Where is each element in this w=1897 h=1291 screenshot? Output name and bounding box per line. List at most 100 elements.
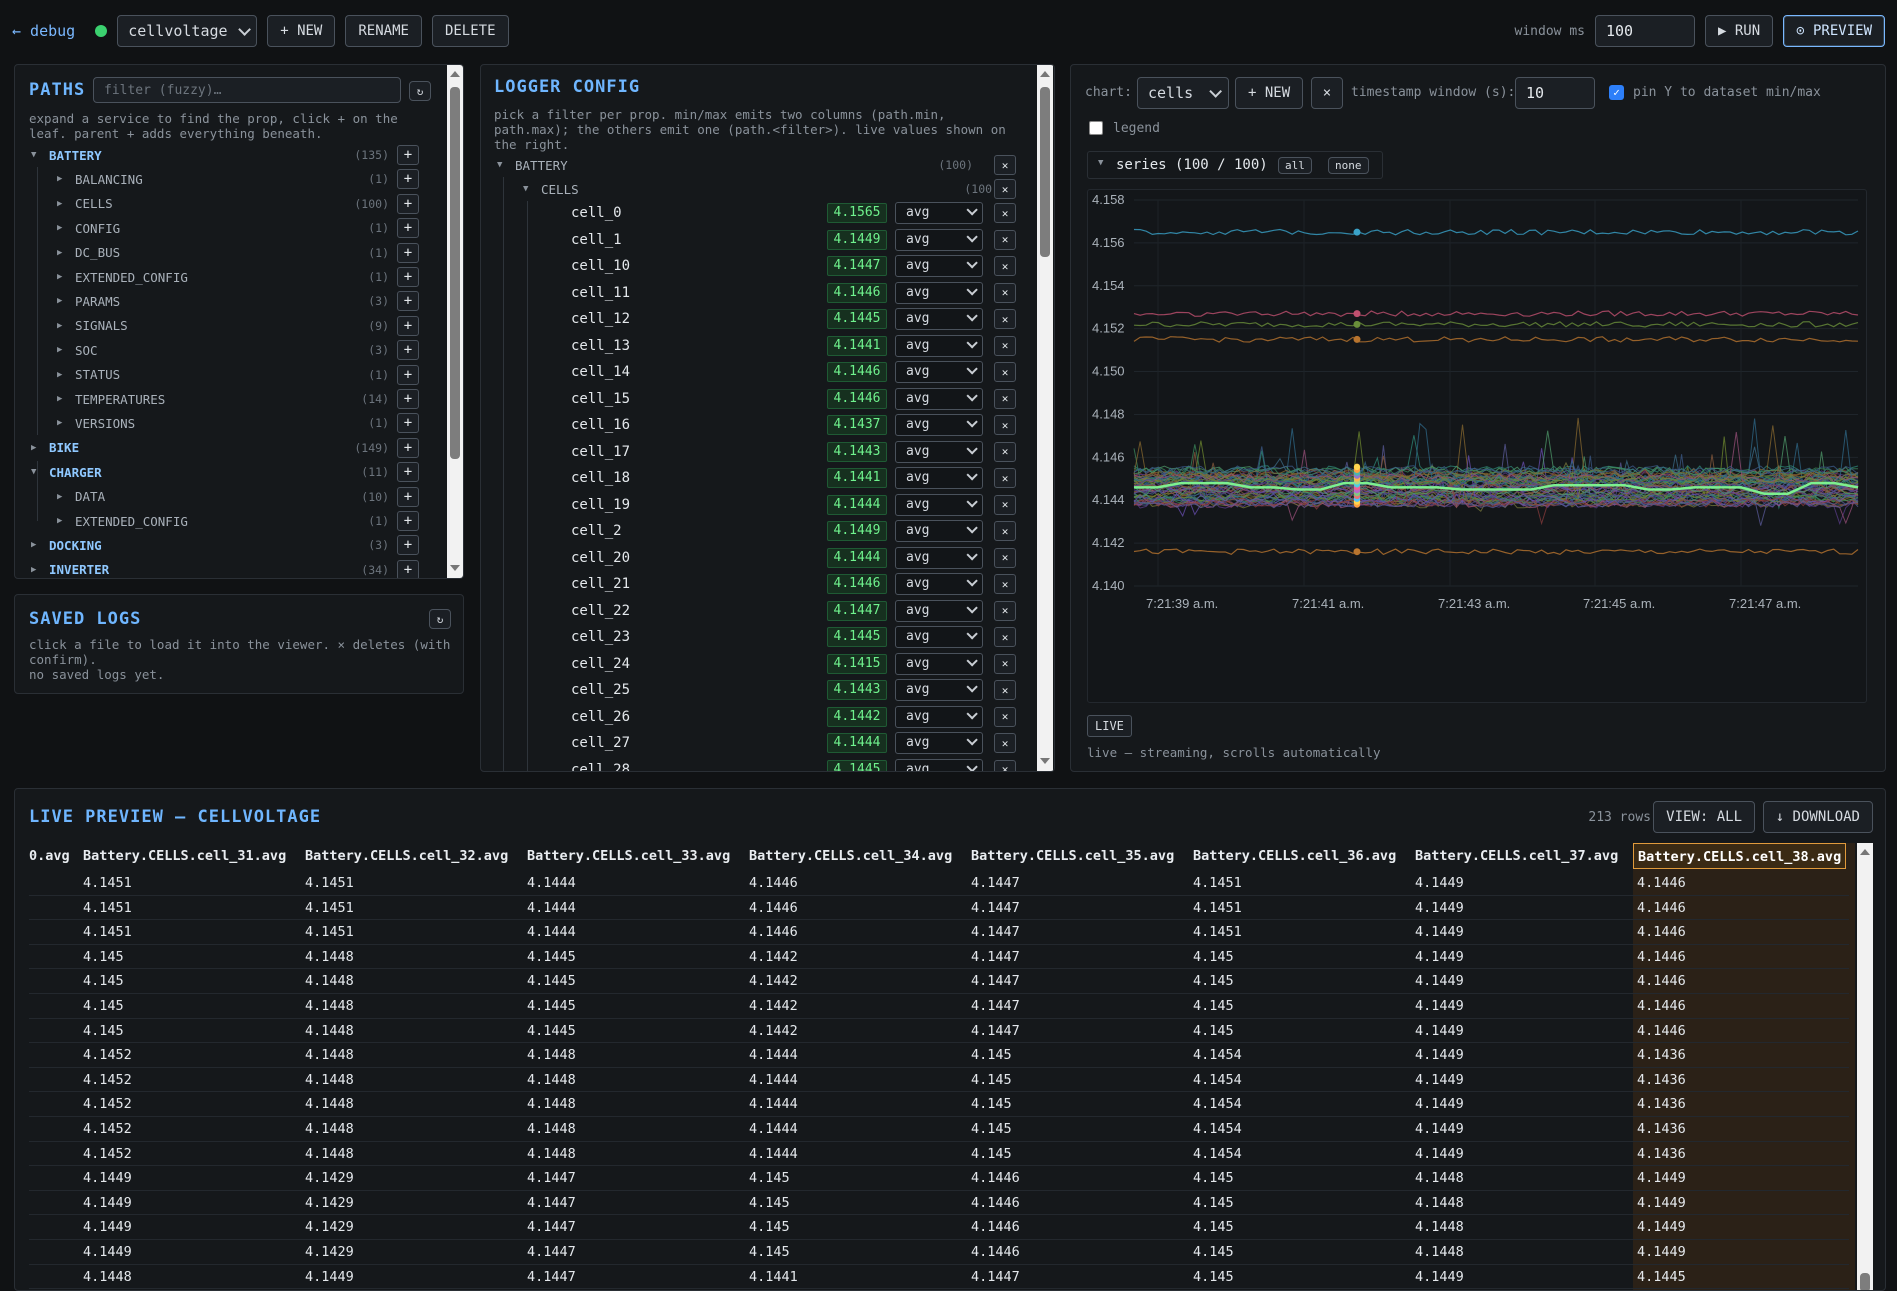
caret-right-icon[interactable]: ▶ [31,443,43,453]
timestamp-window-input[interactable]: 10 [1515,77,1595,109]
legend-checkbox[interactable] [1089,121,1103,135]
filter-select[interactable]: avg [895,546,983,569]
caret-down-icon[interactable]: ▼ [1098,158,1103,168]
scroll-thumb[interactable] [1860,1273,1870,1290]
add-path-button[interactable]: + [397,169,419,190]
remove-cell-button[interactable]: ✕ [994,521,1016,541]
scroll-up-icon[interactable] [450,71,460,77]
remove-cell-button[interactable]: ✕ [994,627,1016,647]
preview-button[interactable]: ⊙ PREVIEW [1783,15,1885,47]
filter-select[interactable]: avg [895,361,983,383]
caret-right-icon[interactable]: ▶ [57,321,69,331]
add-path-button[interactable]: + [397,340,419,361]
remove-cell-button[interactable]: ✕ [994,733,1016,753]
caret-down-icon[interactable]: ▼ [31,150,43,160]
add-path-button[interactable]: + [397,315,419,336]
series-all-button[interactable]: all [1278,157,1312,174]
caret-right-icon[interactable]: ▶ [57,418,69,428]
filter-select[interactable]: avg [895,493,983,516]
add-path-button[interactable]: + [397,364,419,385]
paths-scrollbar[interactable] [447,65,463,578]
scroll-down-icon[interactable] [1040,758,1050,764]
add-path-button[interactable]: + [397,389,419,409]
remove-cell-button[interactable]: ✕ [994,494,1016,515]
remove-cell-button[interactable]: ✕ [994,468,1016,488]
view-all-button[interactable]: VIEW: ALL [1653,801,1755,833]
add-path-button[interactable]: + [397,486,419,507]
filter-select[interactable]: avg [895,387,983,410]
column-header[interactable]: Battery.CELLS.cell_38.avg [1633,843,1847,869]
filter-select[interactable]: avg [895,679,983,701]
filter-select[interactable]: avg [895,626,983,648]
filter-select[interactable]: avg [895,520,983,542]
scroll-thumb[interactable] [450,87,460,459]
logger-scrollbar[interactable] [1037,65,1053,771]
tree-node-cells[interactable]: ▶ CELLS (100) + [15,192,435,216]
scroll-up-icon[interactable] [1040,71,1050,77]
caret-right-icon[interactable]: ▶ [57,492,69,502]
group-row-cells[interactable]: ▼ CELLS (100) [523,177,1037,201]
add-path-button[interactable]: + [397,291,419,312]
column-header[interactable]: Battery.CELLS.cell_37.avg [1415,843,1618,869]
add-path-button[interactable]: + [397,193,419,214]
remove-cell-button[interactable]: ✕ [994,256,1016,276]
live-badge[interactable]: LIVE [1087,715,1132,737]
caret-right-icon[interactable]: ▶ [57,272,69,282]
remove-group-button[interactable]: ✕ [994,155,1016,175]
tree-node-params[interactable]: ▶ PARAMS (3) + [15,289,435,313]
remove-cell-button[interactable]: ✕ [994,600,1016,621]
series-none-button[interactable]: none [1328,157,1369,174]
column-header[interactable]: 0.avg [29,843,70,869]
remove-cell-button[interactable]: ✕ [994,282,1016,303]
filter-select[interactable]: avg [895,228,983,251]
caret-right-icon[interactable]: ▶ [57,345,69,355]
new-chart-button[interactable]: + NEW [1235,77,1304,109]
add-path-button[interactable]: + [397,267,419,287]
remove-cell-button[interactable]: ✕ [994,574,1016,594]
add-path-button[interactable]: + [397,559,419,578]
column-header[interactable]: Battery.CELLS.cell_36.avg [1193,843,1396,869]
column-header[interactable]: Battery.CELLS.cell_31.avg [83,843,286,869]
tree-node-dc_bus[interactable]: ▶ DC_BUS (1) + [15,241,435,265]
back-link[interactable]: ← debug [12,22,75,40]
refresh-icon[interactable]: ↻ [409,81,431,101]
filter-select[interactable]: avg [895,414,983,436]
remove-cell-button[interactable]: ✕ [994,335,1016,356]
filter-select[interactable]: avg [895,467,983,489]
remove-cell-button[interactable]: ✕ [994,653,1016,674]
preview-scrollbar[interactable] [1857,843,1873,1290]
tree-node-signals[interactable]: ▶ SIGNALS (9) + [15,314,435,338]
caret-right-icon[interactable]: ▶ [57,174,69,184]
filter-select[interactable]: avg [895,308,983,330]
add-path-button[interactable]: + [397,413,419,434]
remove-cell-button[interactable]: ✕ [994,547,1016,568]
remove-cell-button[interactable]: ✕ [994,309,1016,329]
caret-right-icon[interactable]: ▶ [57,516,69,526]
tree-node-bike[interactable]: ▶ BIKE (149) + [15,436,435,460]
add-path-button[interactable]: + [397,462,419,483]
filter-select[interactable]: avg [895,202,983,224]
remove-cell-button[interactable]: ✕ [994,706,1016,727]
caret-right-icon[interactable]: ▶ [57,199,69,209]
filter-select[interactable]: avg [895,573,983,595]
add-path-button[interactable]: + [397,535,419,556]
remove-cell-button[interactable]: ✕ [994,229,1016,250]
filter-select[interactable]: avg [895,440,983,463]
tree-node-data[interactable]: ▶ DATA (10) + [15,485,435,509]
scroll-thumb[interactable] [1040,87,1050,257]
tree-node-extended_config[interactable]: ▶ EXTENDED_CONFIG (1) + [15,509,435,533]
new-dataset-button[interactable]: + NEW [267,15,336,47]
caret-right-icon[interactable]: ▶ [31,540,43,550]
line-chart[interactable]: 4.158 4.156 4.154 4.152 4.150 4.148 4.146 4.144… [1087,189,1867,703]
filter-select[interactable]: avg [895,758,983,771]
filter-select[interactable]: avg [895,599,983,622]
remove-cell-button[interactable]: ✕ [994,362,1016,382]
column-header[interactable]: Battery.CELLS.cell_34.avg [749,843,952,869]
add-path-button[interactable]: + [397,511,419,531]
remove-cell-button[interactable]: ✕ [994,759,1016,771]
caret-right-icon[interactable]: ▶ [57,223,69,233]
caret-right-icon[interactable]: ▶ [31,565,43,575]
window-ms-input[interactable]: 100 [1594,15,1695,47]
remove-cell-button[interactable]: ✕ [994,680,1016,700]
column-header[interactable]: Battery.CELLS.cell_33.avg [527,843,730,869]
